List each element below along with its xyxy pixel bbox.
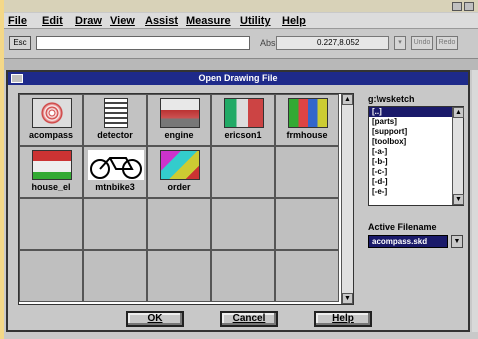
ericson-thumbnail-icon: [224, 98, 264, 128]
file-tile-ericson1[interactable]: ericson1: [211, 94, 275, 146]
file-tile-engine[interactable]: engine: [147, 94, 211, 146]
abs-label: Abs: [260, 38, 276, 48]
order-thumbnail-icon: [160, 150, 200, 180]
undo-button[interactable]: Undo: [411, 36, 433, 50]
empty-tile: [19, 250, 83, 302]
menu-help[interactable]: Help: [282, 15, 306, 27]
file-label: mtnbike3: [95, 182, 135, 192]
directory-item[interactable]: [support]: [369, 127, 463, 137]
file-label: frmhouse: [286, 130, 328, 140]
directory-path: g:\wsketch: [368, 94, 415, 104]
file-tile-house-el[interactable]: house_el: [19, 146, 83, 198]
command-bar: Esc Abs 0.227,8.052 ▾ Undo Redo: [4, 34, 478, 54]
open-drawing-dialog: Open Drawing File acompass detector engi…: [6, 70, 470, 332]
dialog-title: Open Drawing File: [8, 72, 468, 85]
empty-tile: [147, 198, 211, 250]
scroll-down-icon[interactable]: ▼: [453, 194, 464, 205]
detector-thumbnail-icon: [104, 98, 128, 128]
file-label: ericson1: [224, 130, 262, 140]
file-label: house_el: [31, 182, 71, 192]
redo-button[interactable]: Redo: [436, 36, 458, 50]
help-button[interactable]: Help: [314, 311, 372, 327]
file-tile-detector[interactable]: detector: [83, 94, 147, 146]
directory-item[interactable]: [-a-]: [369, 147, 463, 157]
scroll-up-icon[interactable]: ▲: [453, 107, 464, 118]
menu-assist[interactable]: Assist: [145, 15, 178, 27]
empty-tile: [147, 250, 211, 302]
directory-list[interactable]: [..] [parts] [support] [toolbox] [-a-] […: [368, 106, 464, 206]
empty-tile: [83, 198, 147, 250]
filename-dropdown-icon[interactable]: ▼: [451, 235, 463, 248]
grid-scrollbar[interactable]: ▲ ▼: [341, 94, 353, 304]
file-tile-frmhouse[interactable]: frmhouse: [275, 94, 339, 146]
file-label: engine: [164, 130, 194, 140]
empty-tile: [275, 198, 339, 250]
menu-measure[interactable]: Measure: [186, 15, 231, 27]
active-filename-field[interactable]: acompass.skd: [368, 235, 448, 248]
scroll-down-icon[interactable]: ▼: [342, 293, 353, 304]
engine-thumbnail-icon: [160, 98, 200, 128]
file-label: detector: [97, 130, 133, 140]
directory-item[interactable]: [-d-]: [369, 177, 463, 187]
cancel-button[interactable]: Cancel: [220, 311, 278, 327]
empty-tile: [275, 250, 339, 302]
farmhouse-thumbnail-icon: [288, 98, 328, 128]
active-filename-label: Active Filename: [368, 222, 437, 232]
menu-view[interactable]: View: [110, 15, 135, 27]
file-tile-order[interactable]: order: [147, 146, 211, 198]
directory-item[interactable]: [-c-]: [369, 167, 463, 177]
file-tile-acompass[interactable]: acompass: [19, 94, 83, 146]
coordinate-readout: 0.227,8.052: [276, 36, 389, 50]
directory-item[interactable]: [-e-]: [369, 187, 463, 197]
escape-button[interactable]: Esc: [9, 36, 31, 50]
maximize-button[interactable]: [464, 2, 474, 11]
menu-edit[interactable]: Edit: [42, 15, 63, 27]
menu-draw[interactable]: Draw: [75, 15, 102, 27]
coordinate-dropdown-icon[interactable]: ▾: [394, 36, 406, 50]
menu-bar: File Edit Draw View Assist Measure Utili…: [4, 13, 478, 29]
dialog-close-icon[interactable]: [11, 74, 23, 83]
drawing-toolbar: [4, 58, 478, 70]
file-label: acompass: [28, 130, 74, 140]
file-thumbnail-grid: acompass detector engine ericson1 frmhou…: [18, 93, 354, 305]
directory-item[interactable]: [..]: [369, 107, 453, 117]
file-label: order: [167, 182, 191, 192]
command-input[interactable]: [36, 36, 250, 50]
window-edge: [472, 70, 478, 332]
directory-item[interactable]: [-b-]: [369, 157, 463, 167]
ok-button[interactable]: OK: [126, 311, 184, 327]
directory-item[interactable]: [toolbox]: [369, 137, 463, 147]
scroll-up-icon[interactable]: ▲: [342, 94, 353, 105]
bicycle-thumbnail-icon: [88, 150, 144, 180]
file-tile-mtnbike3[interactable]: mtnbike3: [83, 146, 147, 198]
menu-file[interactable]: File: [8, 15, 27, 27]
directory-item[interactable]: [parts]: [369, 117, 463, 127]
empty-tile: [19, 198, 83, 250]
empty-tile: [275, 146, 339, 198]
empty-tile: [83, 250, 147, 302]
house-elevation-thumbnail-icon: [32, 150, 72, 180]
empty-tile: [211, 198, 275, 250]
compass-thumbnail-icon: [32, 98, 72, 128]
empty-tile: [211, 250, 275, 302]
empty-tile: [211, 146, 275, 198]
directory-scrollbar[interactable]: ▲ ▼: [452, 107, 464, 205]
menu-utility[interactable]: Utility: [240, 15, 271, 27]
title-bar: [4, 0, 478, 12]
minimize-button[interactable]: [452, 2, 462, 11]
